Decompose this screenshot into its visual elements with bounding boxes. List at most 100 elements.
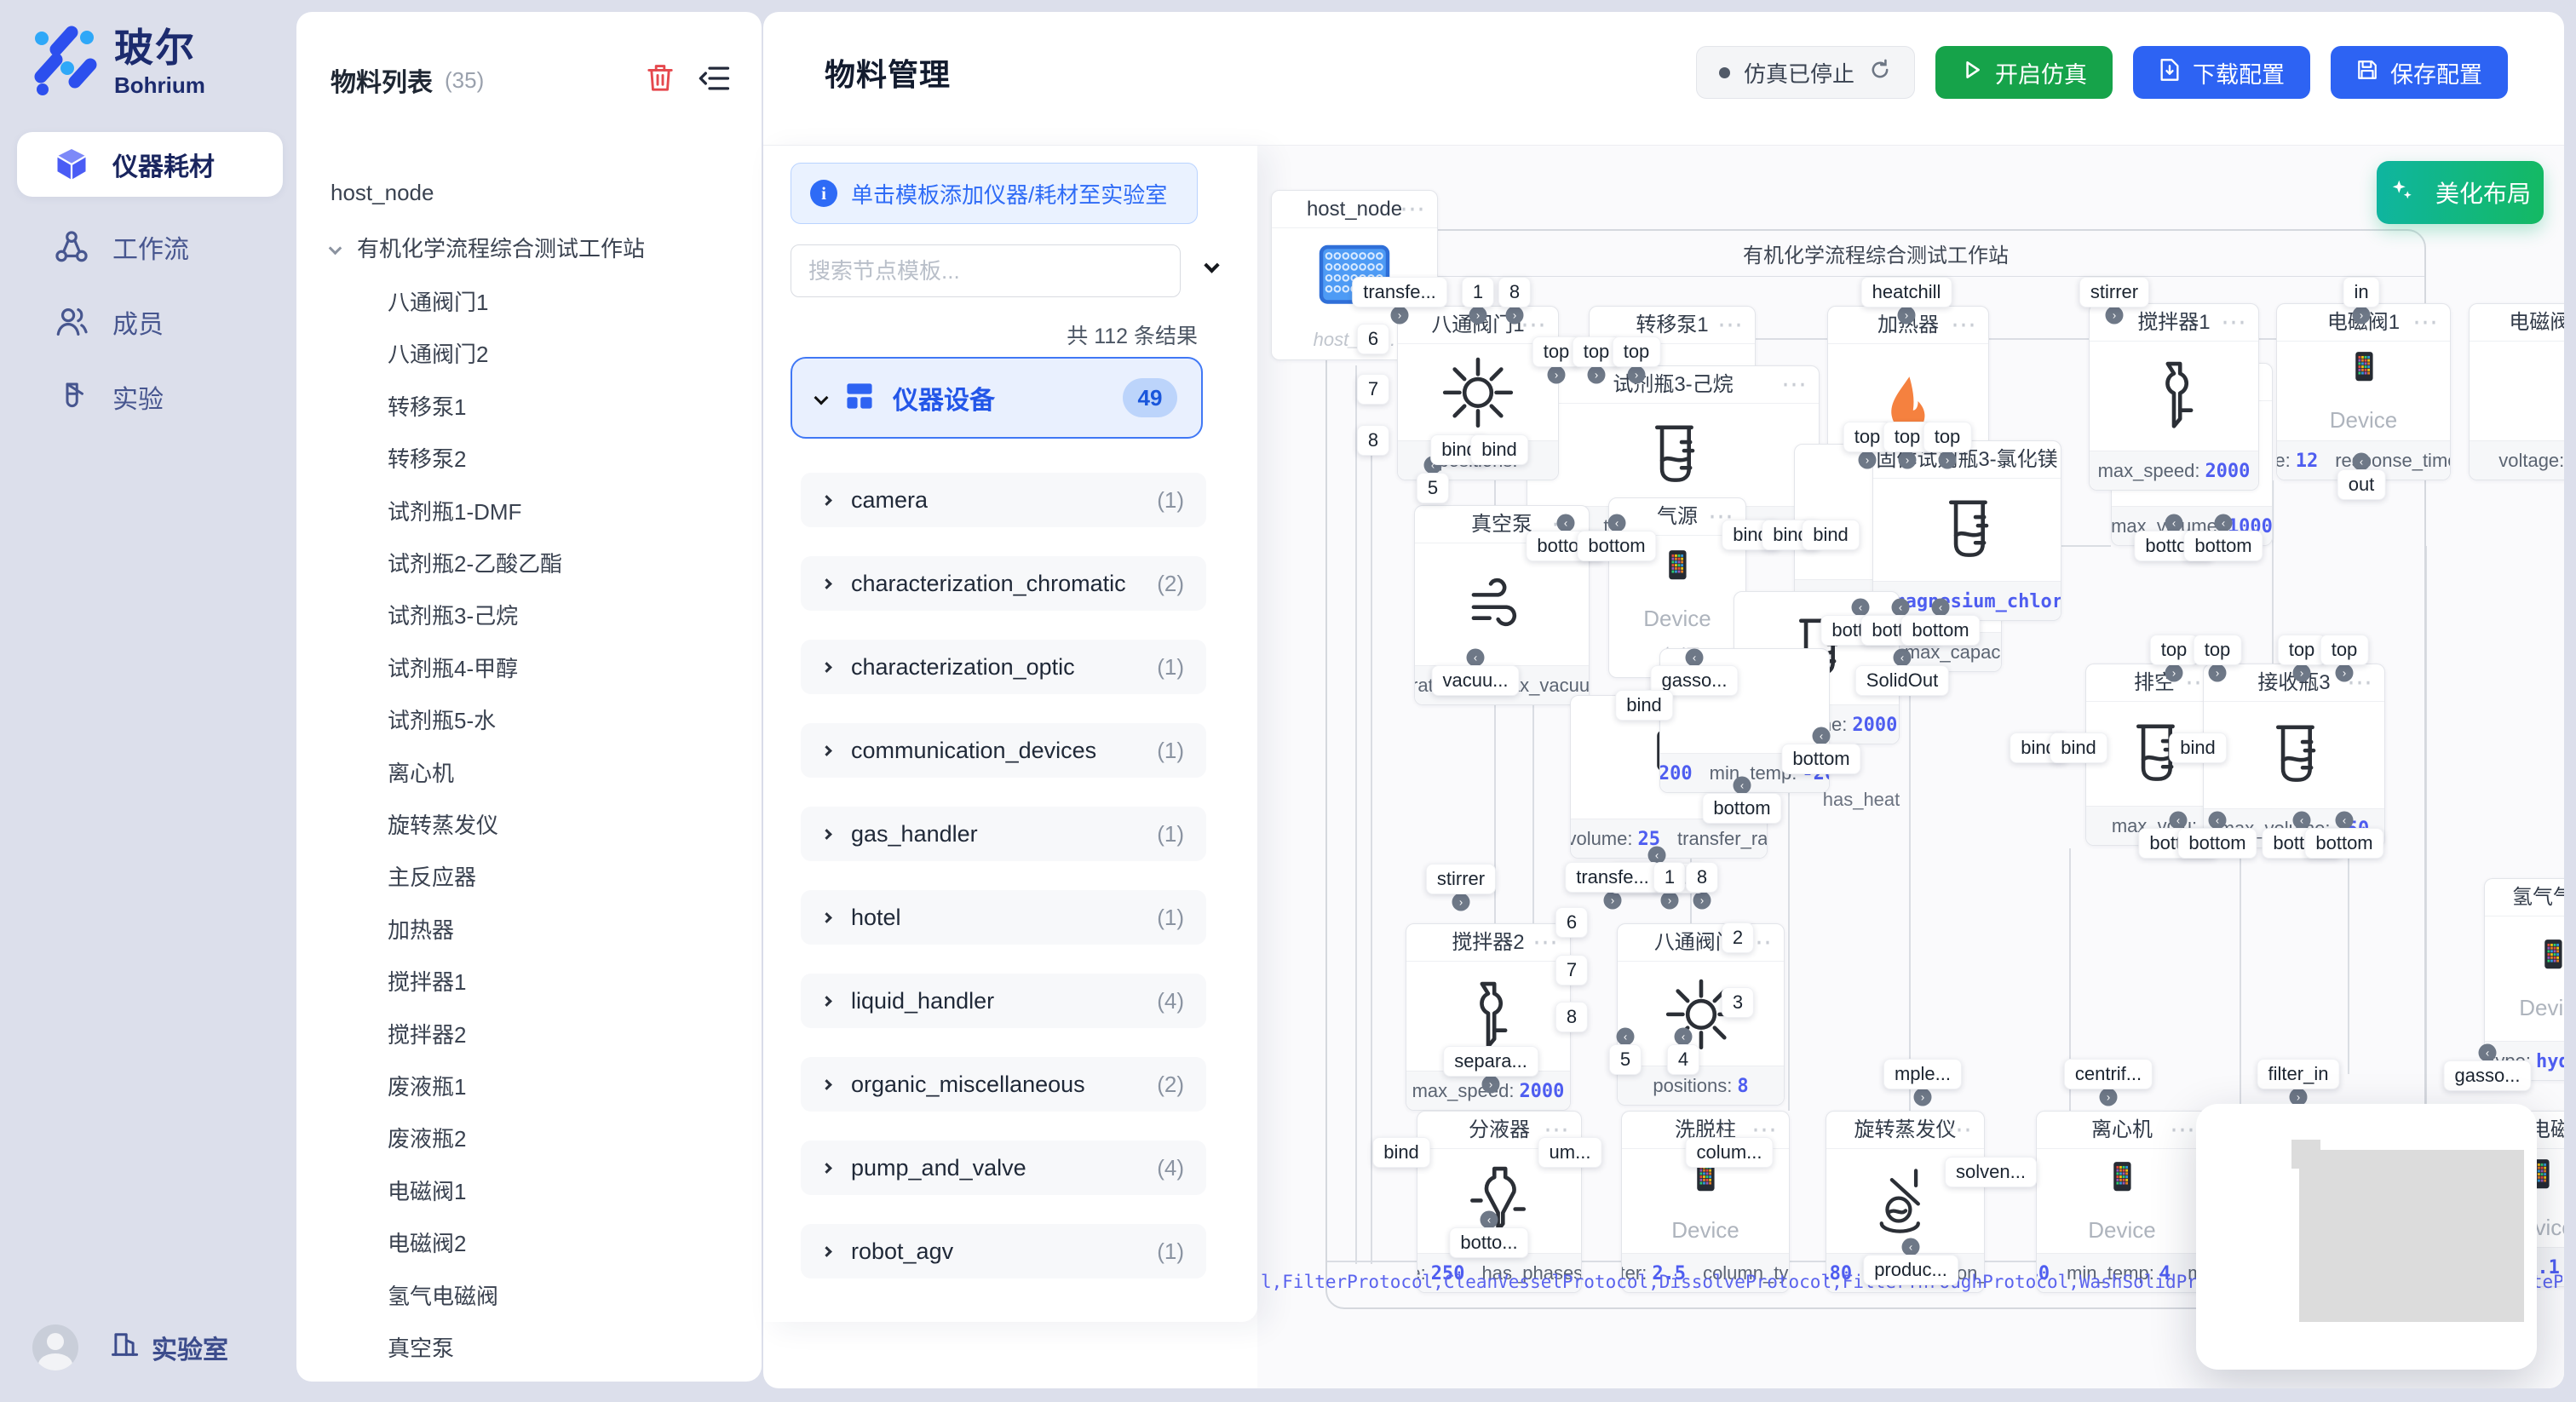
tree-item[interactable]: 八通阀门1 xyxy=(388,285,488,319)
port-chip[interactable]: bottom xyxy=(2183,531,2263,561)
port-chip[interactable]: 8 xyxy=(1555,1002,1588,1032)
category-row-camera[interactable]: camera(1) xyxy=(801,473,1206,527)
tree-item[interactable]: 转移泵1 xyxy=(388,390,466,424)
tree-item[interactable]: 加热器 xyxy=(388,913,454,947)
port-dot[interactable]: › xyxy=(1604,892,1622,910)
port-dot[interactable]: ‹ xyxy=(1734,777,1751,795)
port-chip[interactable]: 2 xyxy=(1722,922,1754,953)
node-menu-icon[interactable]: ⋯ xyxy=(1946,1112,1972,1149)
tree-item[interactable]: 离心机 xyxy=(388,756,454,790)
node-menu-icon[interactable]: ⋯ xyxy=(1781,366,1807,404)
tree-item[interactable]: 电磁阀1 xyxy=(388,1175,466,1209)
port-dot[interactable]: › xyxy=(2353,307,2371,325)
port-chip[interactable]: um... xyxy=(1538,1137,1602,1168)
port-chip[interactable]: bind xyxy=(2169,733,2227,763)
port-chip[interactable]: transfe... xyxy=(1352,277,1447,307)
collapse-list-icon[interactable] xyxy=(699,64,731,97)
tree-item[interactable]: 搅拌器1 xyxy=(388,965,466,999)
category-row-organic_miscellaneous[interactable]: organic_miscellaneous(2) xyxy=(801,1057,1206,1112)
tree-item[interactable]: 主反应器 xyxy=(388,860,476,894)
beautify-layout-button[interactable]: 美化布局 xyxy=(2377,161,2544,224)
port-chip[interactable]: gasso... xyxy=(2443,1060,2531,1091)
port-dot[interactable]: ‹ xyxy=(1852,599,1870,617)
port-dot[interactable]: › xyxy=(1452,893,1470,911)
node-menu-icon[interactable]: ⋯ xyxy=(2023,441,2049,479)
port-chip[interactable]: bottom xyxy=(2177,828,2257,859)
port-chip[interactable]: top xyxy=(2194,635,2242,665)
port-chip[interactable]: bind xyxy=(2050,733,2107,763)
port-chip[interactable]: in xyxy=(2343,277,2379,307)
port-dot[interactable]: ‹ xyxy=(2479,1044,2497,1062)
port-chip[interactable]: top xyxy=(2320,635,2369,665)
port-chip[interactable]: 6 xyxy=(1555,907,1588,938)
port-chip[interactable]: bottom xyxy=(1702,793,1781,824)
node-menu-icon[interactable]: ⋯ xyxy=(1717,307,1743,344)
port-dot[interactable]: ‹ xyxy=(2293,812,2311,830)
port-dot[interactable]: ‹ xyxy=(1686,649,1704,667)
port-chip[interactable]: separa... xyxy=(1443,1046,1538,1077)
category-row-pump_and_valve[interactable]: pump_and_valve(4) xyxy=(801,1141,1206,1195)
node-menu-icon[interactable]: ⋯ xyxy=(1951,307,1976,344)
sidebar-item-2[interactable]: 成员 xyxy=(17,290,283,354)
port-dot[interactable]: › xyxy=(1939,451,1957,469)
tree-item[interactable]: 转移泵2 xyxy=(388,442,466,476)
port-chip[interactable]: centrif... xyxy=(2064,1059,2153,1089)
port-dot[interactable]: ‹ xyxy=(2165,514,2183,532)
refresh-icon[interactable] xyxy=(1868,58,1892,88)
port-chip[interactable]: stirrer xyxy=(2079,277,2149,307)
port-chip[interactable]: bottom xyxy=(1781,744,1860,774)
port-dot[interactable]: ‹ xyxy=(1932,599,1950,617)
tree-item[interactable]: 电磁阀2 xyxy=(388,1227,466,1261)
node-menu-icon[interactable]: ⋯ xyxy=(2170,1112,2195,1149)
port-chip[interactable]: transfe... xyxy=(1565,862,1660,893)
node-menu-icon[interactable]: ⋯ xyxy=(2221,304,2246,342)
port-dot[interactable]: › xyxy=(1898,307,1916,325)
node-menu-icon[interactable]: ⋯ xyxy=(1532,924,1558,962)
port-chip[interactable]: botto... xyxy=(1449,1227,1528,1258)
tree-item[interactable]: 试剂瓶1-DMF xyxy=(388,495,521,529)
port-dot[interactable]: › xyxy=(1859,451,1877,469)
tree-item[interactable]: host_node xyxy=(331,175,434,210)
port-dot[interactable]: › xyxy=(1482,1076,1500,1094)
port-dot[interactable]: ‹ xyxy=(2209,812,2227,830)
canvas-node[interactable]: 固体试剂瓶3-氯化镁⋯agent:magnesium_chloride xyxy=(1872,440,2061,621)
port-dot[interactable]: › xyxy=(1469,307,1487,325)
tree-item[interactable]: 有机化学流程综合测试工作站 xyxy=(331,232,645,266)
node-menu-icon[interactable]: ⋯ xyxy=(1400,191,1425,228)
port-dot[interactable]: › xyxy=(1914,1089,1932,1106)
port-chip[interactable]: top xyxy=(1613,336,1661,367)
tree-item[interactable]: 试剂瓶3-己烷 xyxy=(388,599,518,633)
port-dot[interactable]: › xyxy=(1628,366,1646,384)
port-dot[interactable]: ‹ xyxy=(1894,649,1912,667)
port-dot[interactable]: › xyxy=(2209,664,2227,682)
port-chip[interactable]: vacuu... xyxy=(1431,665,1519,696)
port-chip[interactable]: stirrer xyxy=(1426,864,1496,894)
port-dot[interactable]: ‹ xyxy=(2336,812,2354,830)
port-chip[interactable]: top xyxy=(2150,635,2199,665)
category-group-instruments[interactable]: 仪器设备 49 xyxy=(791,357,1203,439)
port-chip[interactable]: top xyxy=(1923,422,1972,452)
port-dot[interactable]: › xyxy=(1588,366,1606,384)
lab-link[interactable]: 实验室 xyxy=(109,1329,228,1366)
category-row-liquid_handler[interactable]: liquid_handler(4) xyxy=(801,974,1206,1028)
tree-item[interactable]: 真空泵 xyxy=(388,1331,454,1365)
port-dot[interactable]: › xyxy=(2100,1089,2118,1106)
category-row-characterization_optic[interactable]: characterization_optic(1) xyxy=(801,640,1206,694)
port-dot[interactable]: ‹ xyxy=(1557,514,1575,532)
sidebar-item-0[interactable]: 仪器耗材 xyxy=(17,132,283,197)
port-dot[interactable]: ‹ xyxy=(1617,1028,1635,1046)
node-menu-icon[interactable]: ⋯ xyxy=(2412,304,2438,342)
port-chip[interactable]: bottom xyxy=(1577,531,1656,561)
port-dot[interactable]: › xyxy=(1506,307,1524,325)
canvas-node[interactable]: 搅拌器1⋯max_speed:2000 xyxy=(2089,303,2259,491)
category-row-gas_handler[interactable]: gas_handler(1) xyxy=(801,807,1206,861)
port-chip[interactable]: mple... xyxy=(1883,1059,1962,1089)
port-dot[interactable]: ‹ xyxy=(1892,599,1910,617)
start-simulation-button[interactable]: 开启仿真 xyxy=(1935,46,2113,99)
port-chip[interactable]: 1 xyxy=(1462,277,1494,307)
port-dot[interactable]: ‹ xyxy=(1608,514,1626,532)
port-chip[interactable]: 7 xyxy=(1555,955,1588,985)
port-chip[interactable]: solven... xyxy=(1945,1157,2037,1187)
port-chip[interactable]: 8 xyxy=(1357,425,1389,456)
port-dot[interactable]: ‹ xyxy=(1902,1238,1920,1256)
